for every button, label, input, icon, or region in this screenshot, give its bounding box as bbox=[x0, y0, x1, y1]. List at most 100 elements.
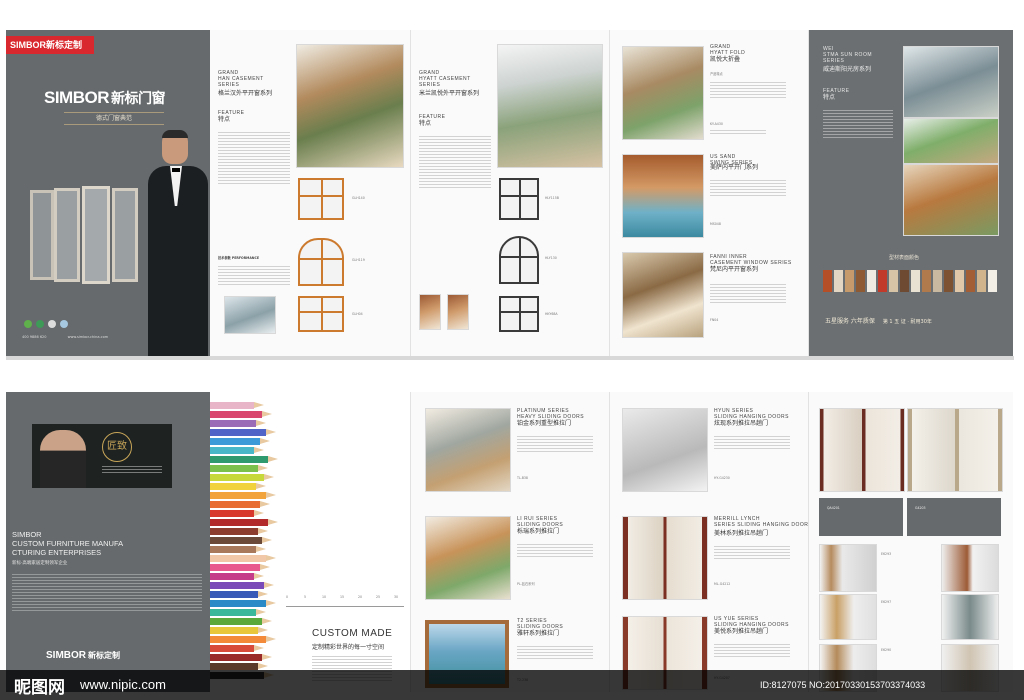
model-label: E6293 bbox=[881, 552, 892, 556]
feature-text bbox=[823, 108, 893, 140]
cert-icon bbox=[48, 320, 56, 328]
spokesman-figure bbox=[142, 130, 210, 356]
door-photo bbox=[819, 594, 877, 640]
color-swatch bbox=[911, 270, 920, 292]
window-diagram bbox=[298, 238, 344, 286]
model-label: HLY130 bbox=[545, 256, 557, 260]
top-shadow bbox=[6, 356, 1014, 360]
sunroom-photo bbox=[903, 118, 999, 164]
model-label: KY-A430 bbox=[710, 122, 723, 126]
grand-hyatt-panel: GRAND HYATT CASEMENT SERIES 米兰凯悦外平开窗系列 F… bbox=[411, 30, 610, 356]
cert-icon bbox=[24, 320, 32, 328]
feature-text bbox=[714, 544, 790, 561]
cover-logo: SIMBOR 新标门窗 bbox=[44, 88, 166, 108]
sunroom-photo bbox=[903, 46, 999, 118]
hinged-doors-panel: QA4201 G4203 E6293 E6297 E6290 bbox=[809, 392, 1013, 692]
series-title-cn: 美悦系列推拉吊趟门 bbox=[714, 628, 769, 635]
feature-text bbox=[710, 282, 786, 305]
features-title: 产品特点 bbox=[710, 72, 723, 76]
grand-han-panel: GRAND HAN CASEMENT SERIES 格兰汉外平开窗系列 FEAT… bbox=[210, 30, 411, 356]
atrium-photo bbox=[497, 44, 603, 168]
model-label: GLH04 bbox=[352, 312, 363, 316]
ruler-label: 25 bbox=[376, 595, 381, 599]
color-swatch bbox=[889, 270, 898, 292]
swing-door-photo bbox=[622, 154, 704, 238]
color-swatch bbox=[922, 270, 931, 292]
door-photo bbox=[941, 544, 999, 592]
series-title-en: GRAND HYATT CASEMENT SERIES bbox=[419, 70, 471, 88]
logo-cn: 新标定制 bbox=[88, 651, 120, 660]
feature-text bbox=[218, 130, 290, 186]
feature-text bbox=[419, 134, 491, 190]
door-photo bbox=[425, 408, 511, 492]
founder-quote bbox=[102, 464, 162, 475]
ruler-label: 15 bbox=[340, 595, 345, 599]
brand-badge: SIMBOR新标定制 bbox=[6, 36, 94, 54]
series-title-cn: 美林系列推拉吊趟门 bbox=[714, 530, 769, 537]
window-diagram bbox=[298, 178, 344, 220]
cover-slogan: 德式门窗典范 bbox=[64, 112, 164, 125]
color-swatch bbox=[878, 270, 887, 292]
color-swatch bbox=[845, 270, 854, 292]
balcony-photo bbox=[224, 296, 276, 334]
color-swatches bbox=[823, 270, 1003, 294]
series-title-cn: 炫现系列推拉吊趟门 bbox=[714, 420, 769, 427]
spec-caption: 技术参数 PERFORMANCE bbox=[218, 256, 259, 260]
door-photo bbox=[622, 516, 708, 600]
feature-text bbox=[714, 434, 790, 451]
cert-icon bbox=[60, 320, 68, 328]
model-label: G4203 bbox=[915, 506, 926, 510]
service-label: 五星服务 六年质保 bbox=[825, 318, 875, 325]
door-photo bbox=[941, 594, 999, 640]
sunroom-panel: WEI STMA SUN ROOM SERIES 威迪斯阳光房系列 FEATUR… bbox=[809, 30, 1013, 356]
logo-wordmark: SIMBOR bbox=[46, 650, 86, 661]
feature-label-cn: 特点 bbox=[823, 94, 836, 101]
series-title-en: MERRILL LYNCH SERIES SLIDING HANGING DOO… bbox=[714, 516, 809, 528]
series-title-en: T2 SERIES SLIDING DOORS bbox=[517, 618, 564, 630]
watermark-url: www.nipic.com bbox=[80, 677, 166, 692]
model-label: E6297 bbox=[881, 600, 892, 604]
feature-text bbox=[714, 642, 790, 659]
feature-text bbox=[710, 80, 786, 100]
cover-panel: SIMBOR新标定制 SIMBOR 新标门窗 德式门窗典范 400 9886 62… bbox=[6, 30, 210, 356]
color-swatch bbox=[955, 270, 964, 292]
watermark-logo: 昵图网 bbox=[14, 678, 65, 698]
intro-logo: SIMBOR 新标定制 bbox=[46, 650, 120, 661]
model-label: GLH119 bbox=[352, 258, 365, 262]
series-title-cn: 凯悦大折叠 bbox=[710, 56, 741, 63]
ruler: 0 5 10 15 20 25 30 bbox=[286, 594, 404, 607]
door-photo bbox=[425, 516, 511, 600]
series-title-en: GRAND HYATT FOLD bbox=[710, 44, 746, 56]
color-swatch bbox=[944, 270, 953, 292]
folding-door-illustration bbox=[30, 186, 142, 286]
model-label: HY-G4230 bbox=[714, 476, 730, 480]
ruler-label: 5 bbox=[304, 595, 307, 599]
color-swatch bbox=[834, 270, 843, 292]
color-swatch bbox=[977, 270, 986, 292]
model-box: QA4201 bbox=[819, 498, 903, 536]
series-title-cn: 铂金系列重型推拉门 bbox=[517, 420, 572, 427]
color-swatch bbox=[933, 270, 942, 292]
series-title-en: US YUE SERIES SLIDING HANGING DOORS bbox=[714, 616, 789, 628]
craft-seal: 匠致 bbox=[102, 432, 132, 462]
color-swatch bbox=[988, 270, 997, 292]
colors-title: 型材表面颜色 bbox=[889, 255, 920, 261]
series-title-cn: 栎瑞系列推拉门 bbox=[517, 528, 560, 535]
pencil-stack bbox=[210, 402, 280, 692]
model-label: PL-钻石系列 bbox=[517, 582, 535, 586]
spec-table bbox=[218, 264, 290, 287]
sunroom-photo bbox=[903, 164, 999, 236]
series-title-en: GRAND HAN CASEMENT SERIES bbox=[218, 70, 264, 88]
logo-wordmark: SIMBOR bbox=[44, 88, 110, 107]
cert-icon bbox=[36, 320, 44, 328]
door-photo bbox=[622, 408, 708, 492]
logo-cn: 新标门窗 bbox=[111, 90, 166, 106]
model-box: G4203 bbox=[907, 498, 1001, 536]
model-label: MS048 bbox=[710, 222, 721, 226]
service-text: 五星服务 六年质保 第 1 五 证 · 耐用30年 bbox=[825, 316, 932, 325]
series-title-cn: 格兰汉外平开窗系列 bbox=[218, 90, 273, 97]
fold-door-photo bbox=[622, 46, 704, 140]
feature-text bbox=[710, 178, 786, 198]
door-photo bbox=[819, 408, 905, 492]
series-title-cn: 米兰凯悦外平开窗系列 bbox=[419, 90, 480, 97]
